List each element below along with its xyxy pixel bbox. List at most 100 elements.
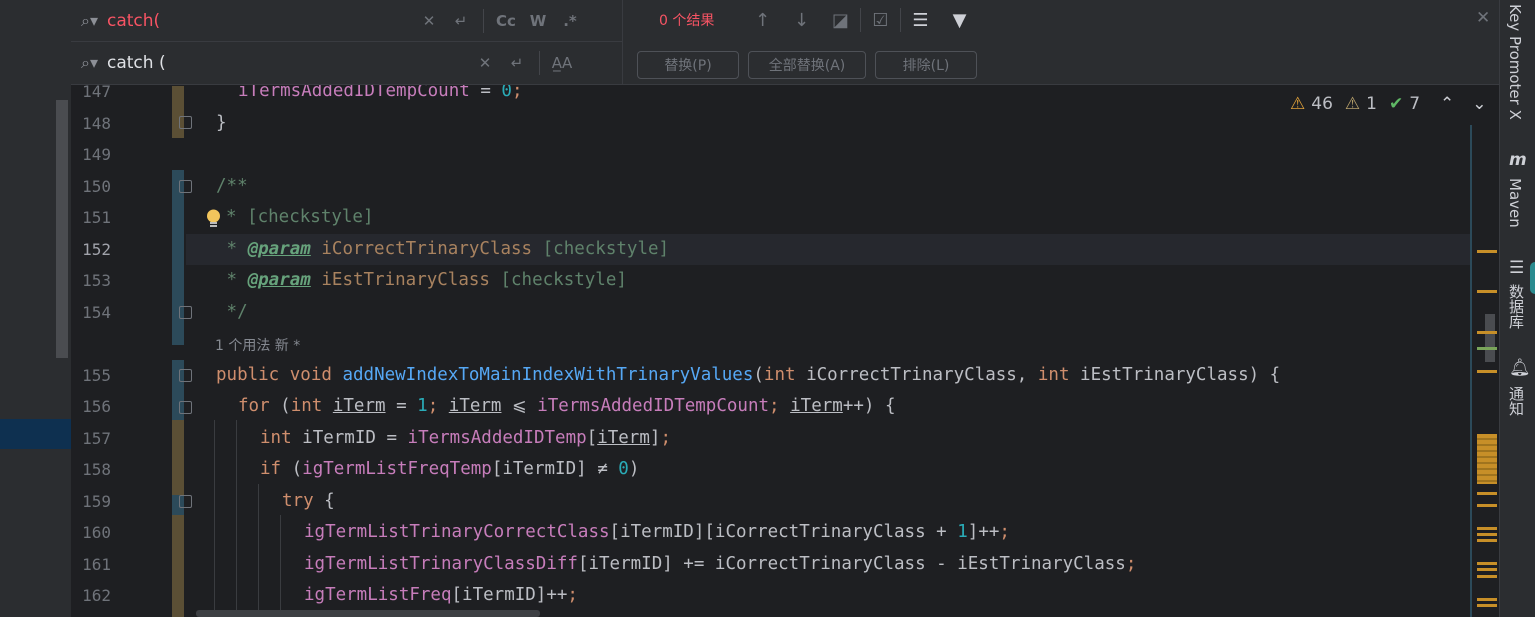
line-number: 161 bbox=[82, 555, 111, 574]
warning-stripe-mark[interactable] bbox=[1477, 575, 1497, 578]
lightbulb-icon[interactable] bbox=[205, 208, 222, 230]
warning-stripe-mark[interactable] bbox=[1477, 250, 1497, 253]
replace-input[interactable]: catch ( bbox=[107, 53, 413, 73]
line-number: 150 bbox=[82, 177, 111, 196]
warning-stripe-mark[interactable] bbox=[1477, 527, 1497, 530]
code-line-161[interactable]: igTermListTrinaryClassDiff[iTermID] += i… bbox=[304, 554, 1136, 574]
indent-guide bbox=[236, 420, 237, 617]
error-stripe[interactable] bbox=[1470, 125, 1472, 617]
code-line-160[interactable]: igTermListTrinaryCorrectClass[iTermID][i… bbox=[304, 522, 1010, 542]
warning-stripe-mark[interactable] bbox=[1477, 492, 1497, 495]
find-toolbar: ↑ ↓ ◪ ☑ ☰ ▼ bbox=[743, 6, 979, 34]
line-number: 157 bbox=[82, 429, 111, 448]
indent-guide bbox=[280, 515, 281, 617]
usage-inlay-hint[interactable]: 1 个用法 新 * bbox=[215, 335, 300, 355]
code-line-155[interactable]: public void addNewIndexToMainIndexWithTr… bbox=[216, 365, 1280, 385]
warning-stripe-mark[interactable] bbox=[1477, 604, 1497, 607]
clear-icon[interactable]: ✕ bbox=[469, 54, 501, 72]
chevron-up-icon[interactable]: ⌃ bbox=[1440, 94, 1454, 114]
close-icon[interactable]: ✕ bbox=[1476, 8, 1490, 28]
warning-stripe-mark[interactable] bbox=[1477, 598, 1497, 601]
replace-all-button[interactable]: 全部替换(A) bbox=[748, 51, 866, 79]
replace-button[interactable]: 替换(P) bbox=[637, 51, 739, 79]
search-row: ⌕▾ catch( ✕ ↵ Cc W .* bbox=[71, 0, 622, 42]
divider bbox=[622, 0, 623, 84]
warning-icon: ⚠ bbox=[1290, 94, 1306, 114]
line-number: 149 bbox=[82, 145, 111, 164]
warning-stripe-block[interactable] bbox=[1477, 434, 1497, 484]
line-number: 159 bbox=[82, 492, 111, 511]
match-case-toggle[interactable]: Cc bbox=[490, 12, 522, 30]
exclude-button[interactable]: 排除(L) bbox=[875, 51, 977, 79]
newline-icon[interactable]: ↵ bbox=[445, 12, 477, 30]
line-number: 151 bbox=[82, 208, 111, 227]
in-selection-icon[interactable]: ☑ bbox=[861, 10, 900, 31]
fold-marker-icon[interactable] bbox=[179, 495, 192, 508]
warning-stripe-mark[interactable] bbox=[1477, 290, 1497, 293]
clear-icon[interactable]: ✕ bbox=[413, 12, 445, 30]
divider bbox=[539, 50, 540, 75]
fold-marker-icon[interactable] bbox=[179, 401, 192, 414]
horizontal-scrollbar[interactable] bbox=[196, 610, 540, 617]
warning-stripe-mark[interactable] bbox=[1477, 504, 1497, 507]
search-history-icon[interactable]: ⌕▾ bbox=[81, 53, 107, 73]
warning-stripe-mark[interactable] bbox=[1477, 539, 1497, 542]
code-line-150[interactable]: /** bbox=[216, 176, 248, 196]
database-icon[interactable]: ☰ bbox=[1509, 258, 1524, 278]
code-line-153[interactable]: * @param iEstTrinaryClass [checkstyle] bbox=[216, 270, 627, 290]
database-tab[interactable]: 数据库 bbox=[1506, 284, 1527, 329]
code-line-151[interactable]: * [checkstyle] bbox=[226, 207, 374, 227]
project-scrollbar[interactable] bbox=[56, 100, 68, 358]
right-tool-strip: Key Promoter X m Maven ☰ 数据库 🔔︎ 通知 bbox=[1499, 0, 1535, 617]
warning-stripe-mark[interactable] bbox=[1477, 568, 1497, 571]
replace-row: ⌕▾ catch ( ✕ ↵ A̲A bbox=[71, 42, 622, 83]
indent-guide bbox=[214, 420, 215, 617]
typo-stripe-mark[interactable] bbox=[1477, 347, 1497, 350]
search-icon[interactable]: ⌕▾ bbox=[81, 11, 107, 31]
fold-marker-icon[interactable] bbox=[179, 116, 192, 129]
error-stripe-thumb[interactable] bbox=[1485, 314, 1495, 362]
select-all-icon[interactable]: ◪ bbox=[821, 10, 860, 31]
warning-stripe-mark[interactable] bbox=[1477, 533, 1497, 536]
code-line-159[interactable]: try { bbox=[282, 491, 335, 511]
filter-icon[interactable]: ▼ bbox=[940, 10, 979, 31]
preserve-case-toggle[interactable]: A̲A bbox=[546, 54, 578, 72]
project-panel-edge bbox=[0, 0, 71, 617]
whole-words-toggle[interactable]: W bbox=[522, 12, 554, 30]
code-line-162[interactable]: igTermListFreq[iTermID]++; bbox=[304, 585, 578, 605]
warning-stripe-mark[interactable] bbox=[1477, 562, 1497, 565]
code-line-148[interactable]: } bbox=[216, 113, 227, 133]
notification-indicator bbox=[1530, 262, 1535, 294]
fold-marker-icon[interactable] bbox=[179, 306, 192, 319]
search-input[interactable]: catch( bbox=[107, 11, 413, 31]
code-line-152[interactable]: * @param iCorrectTrinaryClass [checkstyl… bbox=[216, 239, 670, 259]
warning-stripe-mark[interactable] bbox=[1477, 370, 1497, 373]
maven-icon[interactable]: m bbox=[1509, 150, 1527, 170]
fold-marker-icon[interactable] bbox=[179, 369, 192, 382]
line-number: 153 bbox=[82, 271, 111, 290]
fold-marker-icon[interactable] bbox=[179, 180, 192, 193]
project-selected-row[interactable] bbox=[0, 419, 71, 449]
code-line-156[interactable]: for (int iTerm = 1; iTerm ⩽ iTermsAddedI… bbox=[238, 396, 896, 416]
inspections-widget[interactable]: ⚠ 46 ⚠ 1 ✔ 7 ⌃ ⌄ bbox=[1290, 94, 1487, 114]
line-number: 160 bbox=[82, 523, 111, 542]
options-menu-icon[interactable]: ☰ bbox=[901, 10, 940, 31]
code-line-158[interactable]: if (igTermListFreqTemp[iTermID] ≠ 0) bbox=[260, 459, 639, 479]
maven-tab[interactable]: Maven bbox=[1506, 178, 1524, 228]
vcs-modified-marker bbox=[172, 515, 184, 617]
key-promoter-tab[interactable]: Key Promoter X bbox=[1506, 4, 1524, 120]
weak-warnings-count: 1 bbox=[1366, 94, 1377, 114]
arrow-down-icon[interactable]: ↓ bbox=[782, 10, 821, 31]
typos-count: 7 bbox=[1409, 94, 1421, 114]
code-line-157[interactable]: int iTermID = iTermsAddedIDTemp[iTerm]; bbox=[260, 428, 671, 448]
code-line-154[interactable]: */ bbox=[216, 302, 248, 322]
notifications-tab[interactable]: 通知 bbox=[1506, 386, 1527, 416]
divider bbox=[483, 8, 484, 33]
line-number: 154 bbox=[82, 303, 111, 322]
warning-stripe-mark[interactable] bbox=[1477, 331, 1497, 334]
chevron-down-icon[interactable]: ⌄ bbox=[1472, 94, 1486, 114]
regex-toggle[interactable]: .* bbox=[554, 12, 586, 30]
arrow-up-icon[interactable]: ↑ bbox=[743, 10, 782, 31]
bell-icon[interactable]: 🔔︎ bbox=[1509, 358, 1531, 378]
newline-icon[interactable]: ↵ bbox=[501, 54, 533, 72]
